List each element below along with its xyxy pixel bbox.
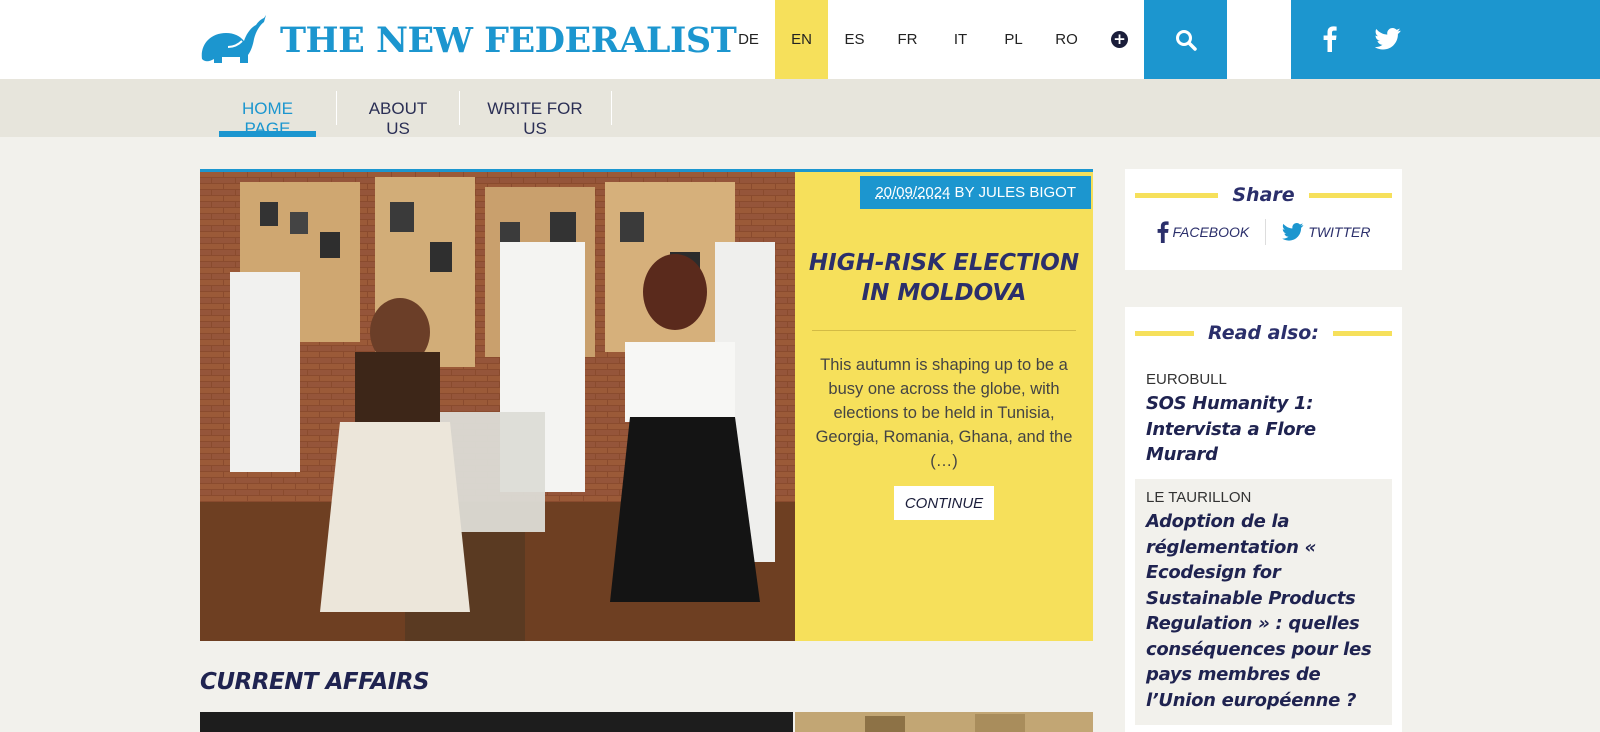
nav-divider <box>459 91 460 125</box>
share-box: Share FACEBOOK TWITTER <box>1125 169 1402 270</box>
lang-es[interactable]: ES <box>828 0 881 79</box>
language-switcher: DE EN ES FR IT PL RO + <box>722 0 1146 79</box>
read-also-title[interactable]: SOS Humanity 1: Intervista a Flore Murar… <box>1146 391 1381 468</box>
lang-de[interactable]: DE <box>722 0 775 79</box>
facebook-icon <box>1157 221 1169 243</box>
article-date: 20/09/2024 <box>875 184 951 201</box>
lang-en[interactable]: EN <box>775 0 828 79</box>
heading-rule <box>1308 192 1393 198</box>
lang-ro[interactable]: RO <box>1040 0 1093 79</box>
read-also-source: LE TAURILLON <box>1146 489 1252 506</box>
twitter-icon[interactable] <box>1375 28 1401 50</box>
share-facebook-link[interactable]: FACEBOOK <box>1141 221 1266 243</box>
social-links <box>1291 0 1600 79</box>
plus-circle-icon: + <box>1111 31 1128 48</box>
site-name: THE NEW FEDERALIST <box>280 19 737 61</box>
heading-rule <box>1135 330 1195 336</box>
search-icon <box>1175 29 1197 51</box>
featured-article-panel: 20/09/2024 BY JULES BIGOT HIGH-RISK ELEC… <box>795 172 1093 641</box>
share-heading: Share <box>1135 184 1393 206</box>
divider <box>812 330 1076 331</box>
read-also-title[interactable]: Adoption de la réglementation « Ecodesig… <box>1146 509 1381 713</box>
read-also-item[interactable]: EUROBULL SOS Humanity 1: Intervista a Fl… <box>1135 361 1392 478</box>
article-tile-image[interactable] <box>200 712 793 732</box>
read-also-source: EUROBULL <box>1146 371 1227 388</box>
share-heading-text: Share <box>1232 184 1295 206</box>
nav-about-us[interactable]: ABOUT US <box>356 91 440 138</box>
lang-it[interactable]: IT <box>934 0 987 79</box>
facebook-icon[interactable] <box>1323 26 1337 52</box>
main-nav: HOME PAGE ABOUT US WRITE FOR US <box>0 79 1600 138</box>
read-also-heading: Read also: <box>1135 322 1392 344</box>
read-also-heading-text: Read also: <box>1208 322 1319 344</box>
share-twitter-label: TWITTER <box>1308 224 1371 240</box>
more-languages-button[interactable]: + <box>1093 0 1146 79</box>
read-also-box: Read also: EUROBULL SOS Humanity 1: Inte… <box>1125 307 1402 732</box>
lang-pl[interactable]: PL <box>987 0 1040 79</box>
site-logo[interactable]: THE NEW FEDERALIST <box>198 10 737 70</box>
share-facebook-label: FACEBOOK <box>1172 224 1250 240</box>
article-meta: 20/09/2024 BY JULES BIGOT <box>860 176 1091 209</box>
nav-divider <box>336 91 337 125</box>
nav-write-for-us[interactable]: WRITE FOR US <box>478 91 592 138</box>
featured-article[interactable]: 20/09/2024 BY JULES BIGOT HIGH-RISK ELEC… <box>200 169 1093 641</box>
twitter-icon <box>1282 223 1304 241</box>
nav-divider <box>611 91 612 125</box>
article-byline[interactable]: BY JULES BIGOT <box>950 184 1076 201</box>
heading-rule <box>1135 192 1219 198</box>
nav-home-page[interactable]: HOME PAGE <box>219 91 316 138</box>
section-title-current-affairs[interactable]: CURRENT AFFAIRS <box>200 669 430 695</box>
search-button[interactable] <box>1144 0 1227 79</box>
share-twitter-link[interactable]: TWITTER <box>1266 223 1386 241</box>
featured-title-line: IN MOLDOVA <box>861 280 1027 306</box>
continue-button[interactable]: CONTINUE <box>894 486 994 520</box>
lang-fr[interactable]: FR <box>881 0 934 79</box>
heading-rule <box>1332 330 1392 336</box>
featured-article-image[interactable] <box>200 172 795 641</box>
share-links: FACEBOOK TWITTER <box>1125 219 1402 245</box>
read-also-item[interactable]: LE TAURILLON Adoption de la réglementati… <box>1135 479 1392 725</box>
featured-title-line: HIGH-RISK ELECTION <box>808 250 1080 276</box>
featured-article-title[interactable]: HIGH-RISK ELECTION IN MOLDOVA <box>807 248 1081 308</box>
article-tile-image[interactable] <box>795 712 1093 732</box>
elephant-logo-icon <box>201 15 266 63</box>
featured-article-summary: This autumn is shaping up to be a busy o… <box>815 356 1073 470</box>
site-header: THE NEW FEDERALIST DE EN ES FR IT PL RO … <box>0 0 1600 79</box>
